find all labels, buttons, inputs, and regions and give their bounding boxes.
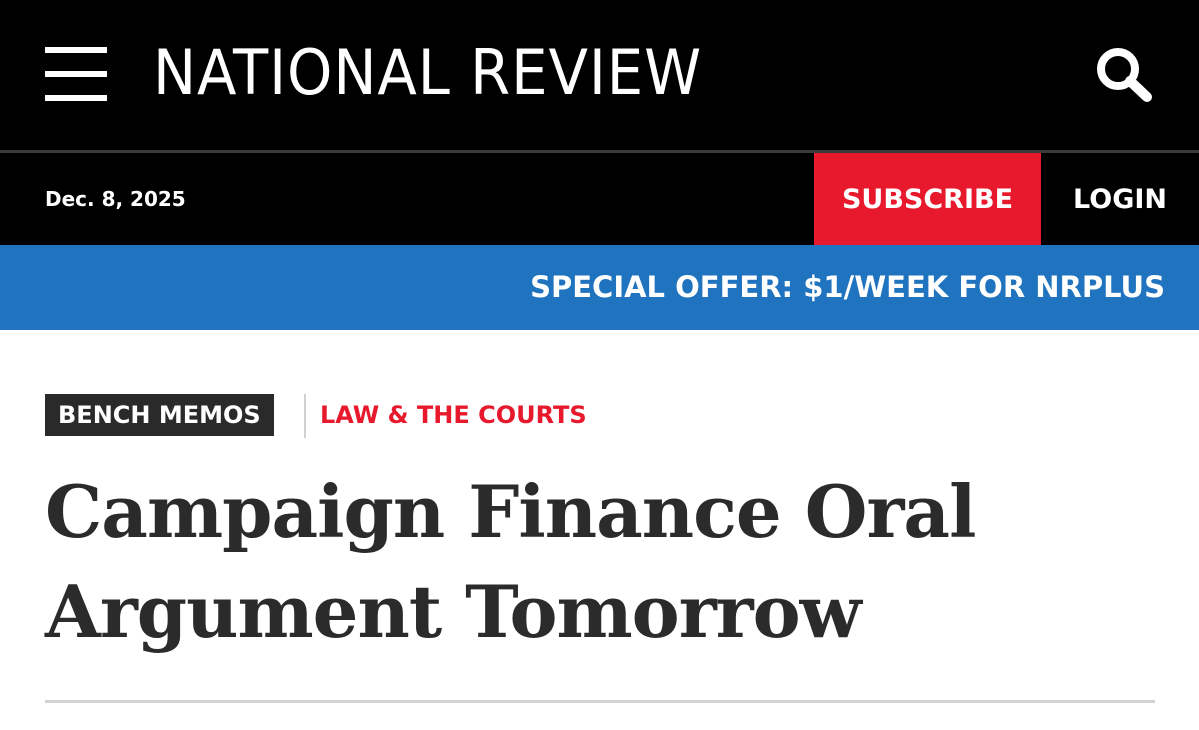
account-bar: Dec. 8, 2025 SUBSCRIBE LOGIN: [0, 153, 1199, 245]
login-button[interactable]: LOGIN: [1041, 153, 1199, 245]
special-offer-banner[interactable]: SPECIAL OFFER: $1/WEEK FOR NRPLUS: [0, 245, 1199, 330]
hamburger-menu-icon[interactable]: [45, 47, 107, 101]
topic-tag[interactable]: LAW & THE COURTS: [320, 394, 587, 436]
article-title: Campaign Finance Oral Argument Tomorrow: [45, 469, 976, 654]
special-offer-text: SPECIAL OFFER: $1/WEEK FOR NRPLUS: [530, 270, 1165, 304]
title-divider: [45, 700, 1155, 703]
subscribe-button[interactable]: SUBSCRIBE: [814, 153, 1041, 245]
blog-tag[interactable]: BENCH MEMOS: [45, 394, 274, 436]
search-icon[interactable]: [1093, 44, 1155, 102]
tag-separator: [304, 394, 306, 438]
site-logo[interactable]: NATIONAL REVIEW: [153, 38, 702, 108]
site-header: NATIONAL REVIEW: [0, 0, 1199, 150]
current-date: Dec. 8, 2025: [45, 187, 186, 211]
